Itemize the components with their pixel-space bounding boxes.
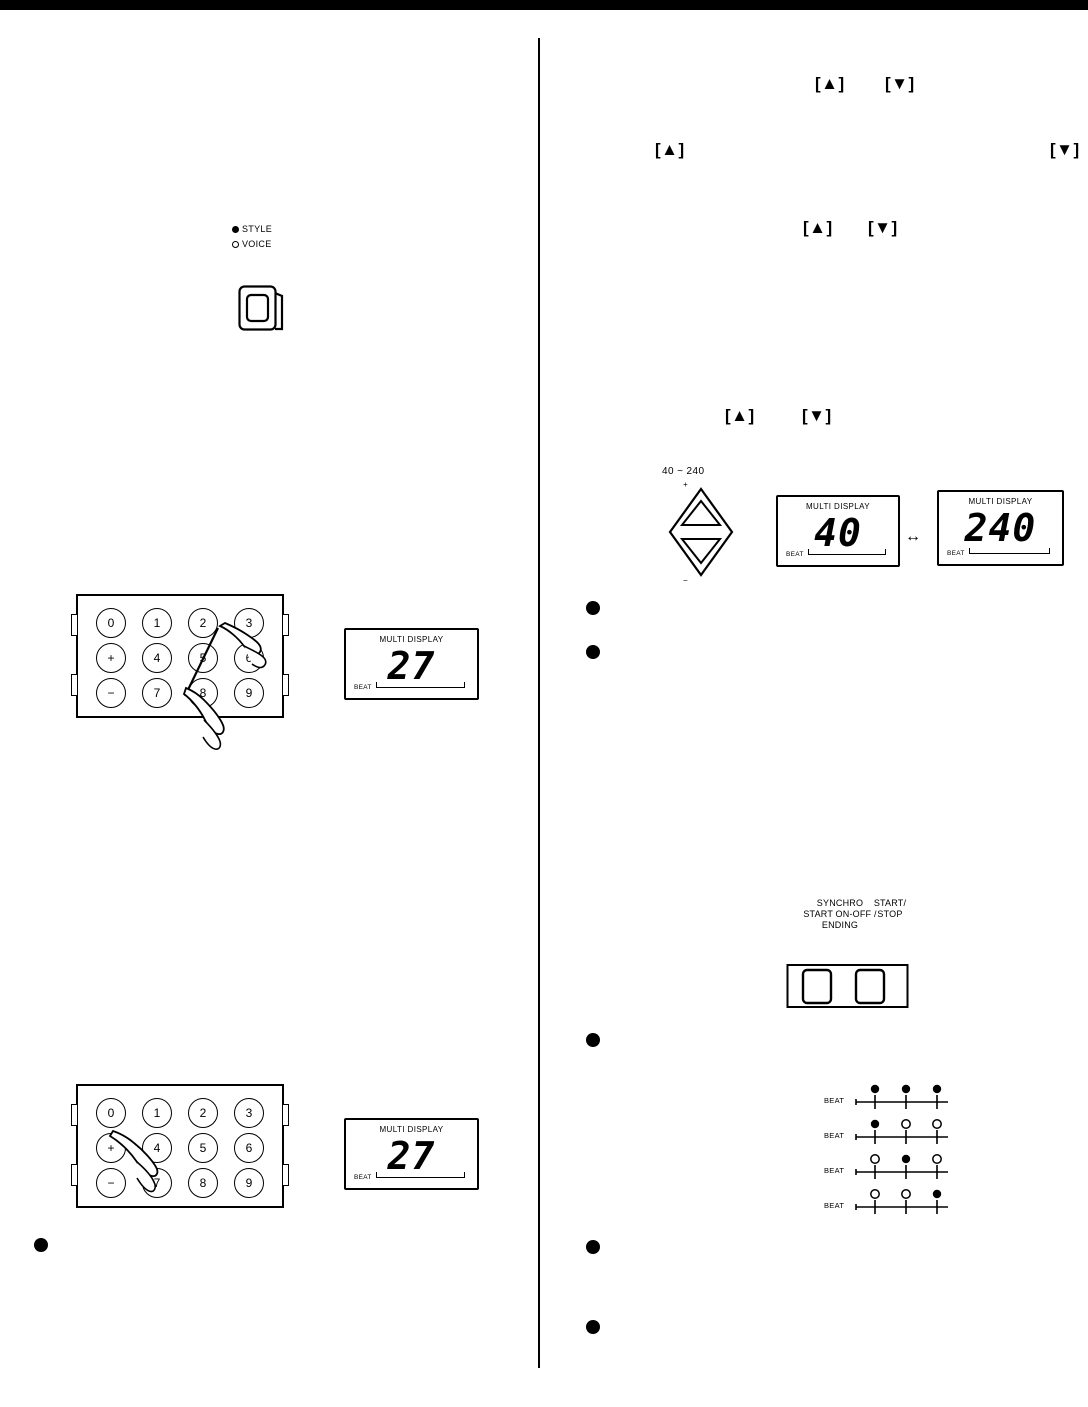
beat-dot-r1-c2: [901, 1084, 911, 1094]
keypad2-key-8[interactable]: 8: [188, 1168, 218, 1198]
beat-dot-r3-c2: [901, 1154, 911, 1164]
beat-row-label-3: BEAT: [824, 1166, 845, 1175]
keypad2-tab-left-top: [71, 1104, 78, 1126]
keypad2-key-0[interactable]: 0: [96, 1098, 126, 1128]
keypad-bottom-finger-annotation: [108, 1130, 159, 1193]
keypad2-key-1[interactable]: 1: [142, 1098, 172, 1128]
keypad2-key-2[interactable]: 2: [188, 1098, 218, 1128]
beat-dot-r4-c1: [870, 1189, 880, 1199]
tempo-max-value: 240: [964, 506, 1037, 550]
right-bullet-3: [586, 1033, 600, 1047]
keypad-key-0[interactable]: 0: [96, 608, 126, 638]
left-bullet-1: [34, 1238, 48, 1252]
tempo-rocker-button[interactable]: [662, 487, 740, 577]
tempo-max-title: MULTI DISPLAY: [968, 497, 1033, 506]
multi-display-top-beat-label: BEAT: [354, 684, 372, 691]
transport-button-panel[interactable]: [786, 958, 910, 1016]
manual-page: STYLE VOICE 0 1 2 3 + 4 5 6 − 7 8 9 MULT…: [0, 0, 1088, 1407]
style-led-icon: [232, 226, 239, 233]
tempo-min-title: MULTI DISPLAY: [805, 502, 871, 511]
tempo-min-beat-bar: [808, 549, 886, 555]
beat-dot-r1-c1: [870, 1084, 880, 1094]
beat-dot-r2-c1: [870, 1119, 880, 1129]
keypad-key-plus[interactable]: +: [96, 643, 126, 673]
led-row-style: STYLE: [232, 222, 272, 237]
beat-row-label-4: BEAT: [824, 1201, 845, 1210]
right-bullet-1: [586, 601, 600, 615]
tempo-minus-label: −: [683, 576, 688, 585]
keypad2-tab-right-top: [282, 1104, 289, 1126]
beat-row-label-1: BEAT: [824, 1096, 845, 1105]
tempo-max-beat-label: BEAT: [947, 550, 965, 557]
tempo-min-beat-label: BEAT: [786, 551, 804, 558]
tempo-max-beat-bar: [969, 548, 1050, 554]
multi-display-tempo-max: MULTI DISPLAY 240 BEAT: [937, 490, 1064, 566]
beat-dot-r1-c3: [932, 1084, 942, 1094]
keypad2-tab-left-bottom: [71, 1164, 78, 1186]
multi-display-bottom: MULTI DISPLAY 27 BEAT: [344, 1118, 479, 1190]
keypad-tab-left-top: [71, 614, 78, 636]
multi-display-top-title: MULTI DISPLAY: [379, 635, 444, 644]
right-bullet-4: [586, 1240, 600, 1254]
multi-display-top: MULTI DISPLAY 27 BEAT: [344, 628, 479, 700]
beat-dot-r3-c3: [932, 1154, 942, 1164]
keypad2-key-9[interactable]: 9: [234, 1168, 264, 1198]
start-stop-button[interactable]: [854, 968, 886, 1005]
key-token-down-row1: [▼]: [885, 74, 915, 93]
keypad2-tab-right-bottom: [282, 1164, 289, 1186]
column-divider-rule: [538, 38, 540, 1368]
key-token-down-row4: [▼]: [802, 406, 832, 425]
key-token-up-row4: [▲]: [725, 406, 755, 425]
beat-row-label-2: BEAT: [824, 1131, 845, 1140]
key-token-down-row3: [▼]: [868, 218, 898, 237]
right-bullet-2: [586, 645, 600, 659]
style-voice-select-button[interactable]: [238, 285, 286, 335]
keypad-tab-left-bottom: [71, 674, 78, 696]
page-top-black-band: [0, 0, 1088, 10]
style-voice-led-legend: STYLE VOICE: [232, 222, 272, 252]
multi-display-bottom-beat-label: BEAT: [354, 1174, 372, 1181]
voice-led-icon: [232, 241, 239, 248]
beat-dot-r3-c1: [870, 1154, 880, 1164]
beat-dot-r4-c3: [932, 1189, 942, 1199]
synchro-start-button[interactable]: [801, 968, 833, 1005]
beat-dot-r2-c2: [901, 1119, 911, 1129]
beat-dot-r2-c3: [932, 1119, 942, 1129]
tempo-range-label: 40 ~ 240: [662, 466, 705, 477]
style-label: STYLE: [242, 224, 273, 234]
tempo-range-arrow: ↔: [905, 528, 921, 545]
start-stop-label: START/ STOP: [873, 898, 907, 919]
multi-display-top-beat-bar: [376, 682, 465, 688]
keypad-key-minus[interactable]: −: [96, 678, 126, 708]
key-token-down-row2: [▼]: [1050, 140, 1080, 159]
key-token-up-row1: [▲]: [815, 74, 845, 93]
beat-dot-r4-c2: [901, 1189, 911, 1199]
key-token-up-row3: [▲]: [803, 218, 833, 237]
key-token-up-row2: [▲]: [655, 140, 685, 159]
keypad2-key-3[interactable]: 3: [234, 1098, 264, 1128]
multi-display-bottom-title: MULTI DISPLAY: [379, 1125, 444, 1134]
multi-display-bottom-beat-bar: [376, 1172, 465, 1178]
keypad-top-finger-annotation: [182, 621, 267, 750]
right-bullet-5: [586, 1320, 600, 1334]
keypad2-key-6[interactable]: 6: [234, 1133, 264, 1163]
multi-display-tempo-min: MULTI DISPLAY 40 BEAT: [776, 495, 900, 567]
voice-label: VOICE: [242, 239, 272, 249]
led-row-voice: VOICE: [232, 237, 272, 252]
select-button-icon: [238, 285, 284, 331]
keypad2-key-5[interactable]: 5: [188, 1133, 218, 1163]
